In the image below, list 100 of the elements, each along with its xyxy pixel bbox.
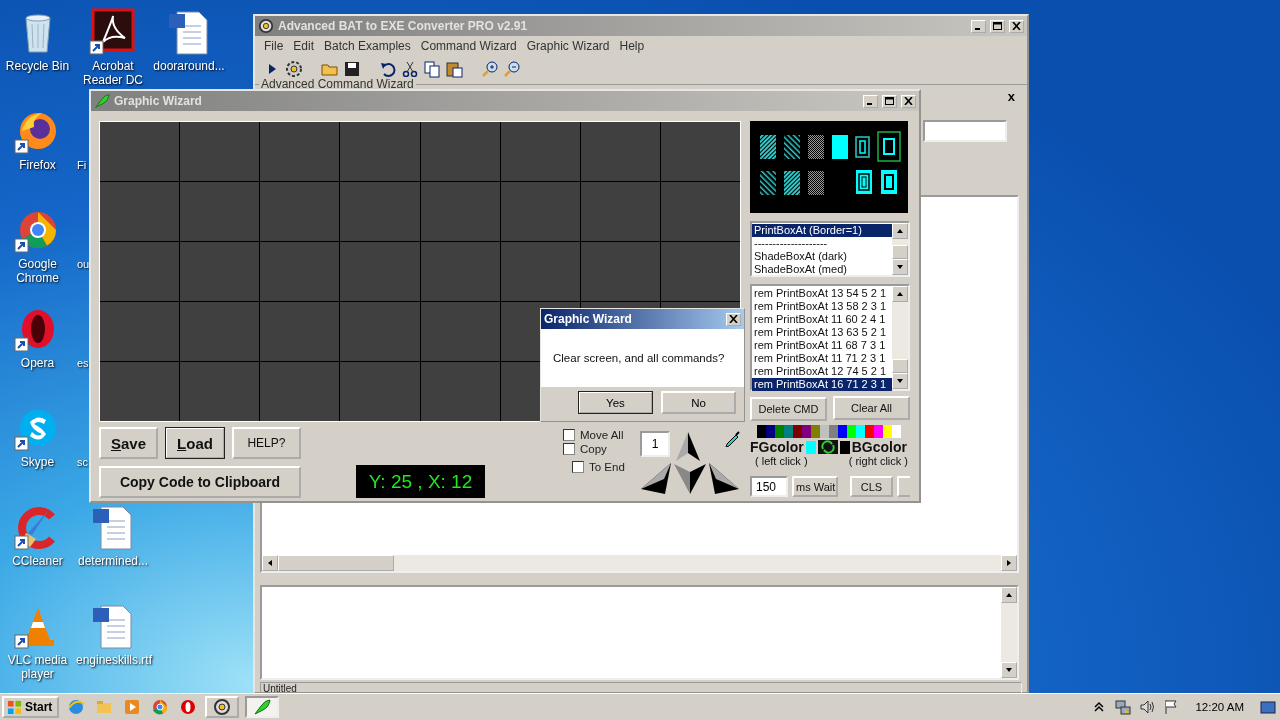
checkbox[interactable]: To End [572, 461, 633, 473]
scroll-button[interactable] [1001, 555, 1017, 571]
list-item[interactable]: rem PrintBoxAt 13 58 2 3 1 [752, 300, 892, 313]
menu-item[interactable]: Edit [288, 39, 320, 53]
swap-icon[interactable] [817, 440, 838, 454]
color-swatch[interactable] [784, 425, 793, 438]
scroll-button[interactable] [1001, 587, 1017, 603]
pdf-icon[interactable] [89, 8, 137, 56]
scroll-button[interactable] [892, 223, 908, 239]
network-icon[interactable] [1115, 699, 1132, 715]
move-right-button[interactable] [708, 462, 740, 495]
icon-label[interactable]: Recycle Bin [0, 59, 75, 73]
vertical-scrollbar[interactable] [892, 223, 908, 275]
close-button[interactable] [901, 94, 916, 108]
color-swatch[interactable] [829, 425, 838, 438]
media-player-icon[interactable] [123, 698, 142, 716]
color-swatch[interactable] [793, 425, 802, 438]
icon-label[interactable]: es [75, 356, 89, 370]
menu-item[interactable]: Graphic Wizard [521, 39, 615, 53]
close-button[interactable]: x [1007, 89, 1015, 104]
icon-label[interactable]: Opera [0, 356, 75, 370]
color-swatch[interactable] [811, 425, 820, 438]
cls-button[interactable]: CLS [850, 476, 893, 497]
list-item[interactable]: ShadeBoxAt (dark) [752, 250, 892, 263]
scroll-button[interactable] [892, 259, 908, 275]
icon-label[interactable]: Acrobat Reader DC [76, 59, 150, 87]
scroll-thumb[interactable] [892, 245, 908, 259]
color-swatch[interactable] [892, 425, 901, 438]
move-down-button[interactable] [673, 462, 707, 495]
icon-label[interactable]: dooraround... [152, 59, 226, 73]
zoom-in-icon[interactable] [481, 60, 499, 78]
start-button[interactable]: Start [2, 696, 60, 718]
icon-label[interactable]: Firefox [0, 158, 75, 172]
wizard-button[interactable]: Load [165, 427, 225, 459]
menu-item[interactable]: File [259, 39, 289, 53]
icon-label[interactable]: ou [75, 257, 90, 271]
maximize-button[interactable] [882, 94, 897, 108]
list-item[interactable]: rem PrintBoxAt 11 71 2 3 1 [752, 352, 892, 365]
copy-button[interactable]: Copy Code to Clipboard [99, 466, 301, 498]
color-swatch[interactable] [766, 425, 775, 438]
input-field[interactable] [923, 120, 1007, 142]
box-type-list[interactable]: PrintBoxAt (Border=1) -------------------- ShadeBoxAt (dark) ShadeBoxAt (med) [750, 221, 910, 277]
move-left-button[interactable] [640, 462, 672, 495]
wizard-button[interactable]: HELP? [231, 427, 301, 459]
maximize-button[interactable] [990, 19, 1005, 33]
color-swatch[interactable] [820, 425, 829, 438]
paste-icon[interactable] [445, 60, 463, 78]
checkbox[interactable]: Copy [563, 443, 633, 455]
clear-button[interactable]: Clear All [833, 396, 910, 420]
show-desktop-button[interactable] [1260, 699, 1276, 715]
close-button[interactable] [726, 312, 741, 326]
dialog-button[interactable]: Yes [578, 391, 653, 414]
flag-icon[interactable] [1163, 699, 1180, 715]
scroll-button[interactable] [1001, 662, 1017, 678]
wizard-button[interactable]: Save [99, 427, 159, 459]
list-item[interactable]: rem PrintBoxAt 11 68 7 3 1 [752, 339, 892, 352]
color-swatch[interactable] [775, 425, 784, 438]
icon-label[interactable]: Google Chrome [0, 257, 75, 285]
minimize-button[interactable] [971, 19, 986, 33]
box-style-preview[interactable] [750, 121, 908, 213]
list-item[interactable]: PrintBoxAt (Border=1) [752, 224, 892, 237]
speaker-icon[interactable] [1139, 699, 1156, 715]
color-swatch[interactable] [874, 425, 883, 438]
vertical-scrollbar[interactable] [1001, 587, 1017, 678]
color-swatch[interactable] [802, 425, 811, 438]
icon-label[interactable]: Fi [75, 158, 87, 172]
menu-item[interactable]: Help [614, 39, 650, 53]
horizontal-scrollbar[interactable] [262, 555, 1017, 571]
minimize-button[interactable] [863, 94, 878, 108]
color-swatch[interactable] [757, 425, 766, 438]
menu-item[interactable]: Command Wizard [415, 39, 522, 53]
close-button[interactable] [1009, 19, 1024, 33]
command-list[interactable] [750, 284, 910, 391]
color-swatch[interactable] [883, 425, 892, 438]
wait-field[interactable]: 150 [750, 476, 789, 497]
list-item[interactable]: rem PrintBoxAt 11 60 2 4 1 [752, 313, 892, 326]
zoom-out-icon[interactable] [503, 60, 521, 78]
list-item[interactable]: rem PrintBoxAt 13 63 5 2 1 [752, 326, 892, 339]
scroll-button[interactable] [262, 555, 278, 571]
dialog-button[interactable]: No [661, 391, 736, 414]
scroll-thumb[interactable] [278, 555, 394, 571]
step-field[interactable]: 1 [640, 431, 670, 457]
checkbox[interactable]: Move All [563, 429, 633, 441]
list-item[interactable]: rem PrintBoxAt 13 54 5 2 1 [752, 287, 892, 300]
color-swatch[interactable] [856, 425, 865, 438]
scroll-thumb[interactable] [892, 359, 908, 373]
copy-icon[interactable] [423, 60, 441, 78]
color-swatch[interactable] [865, 425, 874, 438]
scroll-button[interactable] [892, 286, 908, 302]
menu-item[interactable]: Batch Examples [319, 39, 416, 53]
clock[interactable]: 12:20 AM [1195, 701, 1244, 713]
pencil-icon[interactable] [724, 431, 740, 447]
list-item[interactable]: -------------------- [752, 237, 892, 250]
list-item[interactable]: rem PrintBoxAt 16 71 2 3 1 [752, 378, 892, 391]
scroll-button[interactable] [892, 373, 908, 389]
gear-icon[interactable] [285, 60, 303, 78]
vertical-scrollbar[interactable] [892, 286, 908, 389]
delete-button[interactable]: Delete CMD [750, 397, 827, 421]
wait-button[interactable]: ms Wait [792, 476, 839, 497]
color-swatch[interactable] [838, 425, 847, 438]
